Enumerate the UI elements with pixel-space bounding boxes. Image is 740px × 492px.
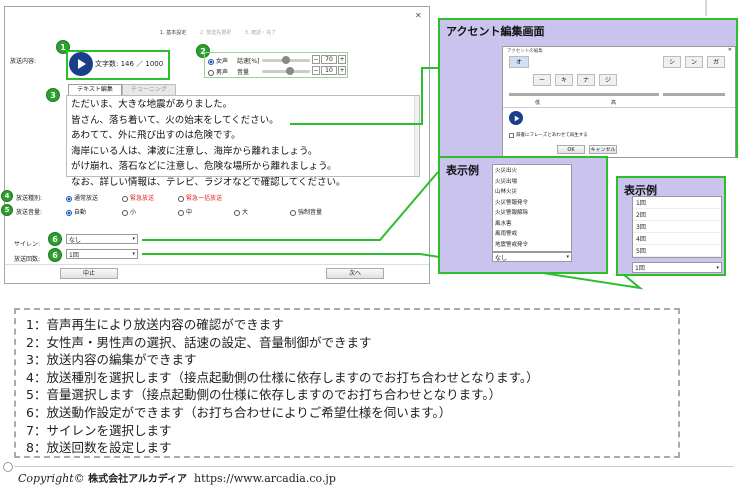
chevron-down-icon: ▾ — [566, 254, 569, 260]
connector-siren — [142, 171, 439, 241]
connector-accent — [290, 67, 438, 125]
notes-box: 1：音声再生により放送内容の確認ができます 2：女性声・男性声の選択、話速の設定… — [14, 308, 680, 458]
note-line: 5：音量選択します（接点起動側の仕様に依存しますのでお打ち合わせとなります。） — [26, 387, 502, 403]
accent-play-button[interactable] — [509, 111, 523, 125]
list-item[interactable]: 4回 — [633, 233, 721, 245]
accent-window-close[interactable]: ✕ — [728, 47, 732, 53]
key-ji[interactable]: ジ — [599, 74, 617, 86]
copyright-prefix: Copyright© — [18, 472, 89, 485]
list-item[interactable]: 火災出火 — [493, 165, 571, 176]
key-ga[interactable]: ガ — [707, 56, 725, 68]
copyright: Copyright© 株式会社アルカディア https://www.arcadi… — [18, 470, 336, 485]
dictionary-checkbox-label: 辞書にフレーズとあわせて再生する — [516, 133, 588, 138]
list-item[interactable]: 火災出場 — [493, 176, 571, 187]
accent-divider — [503, 107, 735, 108]
note-line: 1：音声再生により放送内容の確認ができます — [26, 317, 284, 332]
note-line: 3：放送内容の編集ができます — [26, 352, 197, 368]
accent-cancel-button[interactable]: キャンセル — [589, 145, 617, 154]
accent-window: アクセントの編集 ✕ オ シ ン ガ ー キ ナ ジ 低 高 辞書にフレーズとあ… — [502, 46, 736, 158]
siren-example-panel: 表示例 火災出火 火災出場 山林火災 火災警報発令 火災警報解除 風水害 風雨警… — [438, 156, 608, 274]
list-item[interactable]: 火災警報解除 — [493, 207, 571, 218]
play-icon — [514, 115, 519, 121]
page-marker-circle — [3, 462, 13, 472]
note-line: 2：女性声・男性声の選択、話速の設定、音量制御ができます — [26, 334, 372, 350]
siren-example-title: 表示例 — [446, 164, 479, 177]
copyright-url[interactable]: https://www.arcadia.co.jp — [194, 472, 336, 485]
high-label: 高 — [611, 100, 617, 106]
accent-panel-title: アクセント編集画面 — [446, 25, 545, 38]
list-item[interactable]: 5回 — [633, 245, 721, 257]
accent-slider-track-2[interactable] — [663, 93, 725, 96]
accent-panel: アクセント編集画面 アクセントの編集 ✕ オ シ ン ガ ー キ ナ ジ 低 高… — [438, 18, 738, 158]
accent-window-title: アクセントの編集 — [507, 49, 543, 54]
key-long[interactable]: ー — [533, 74, 551, 86]
key-shi[interactable]: シ — [663, 56, 681, 68]
low-label: 低 — [535, 100, 541, 106]
siren-example-select[interactable]: なし ▾ — [492, 252, 572, 262]
list-item[interactable]: 2回 — [633, 209, 721, 221]
accent-ok-button[interactable]: OK — [557, 145, 585, 154]
note-line: 8：放送回数を設定します — [26, 440, 172, 456]
siren-example-selected: なし — [495, 254, 508, 262]
chevron-down-icon: ▾ — [716, 264, 719, 271]
key-o[interactable]: オ — [509, 56, 529, 68]
footer-rule — [14, 466, 734, 467]
list-item[interactable]: 火災警報発令 — [493, 197, 571, 208]
list-item[interactable]: 地震警戒発令 — [493, 239, 571, 250]
note-line: 6：放送動作設定ができます（お打ち合わせによりご希望仕様を伺います。） — [26, 404, 452, 420]
count-example-panel: 表示例 1回 2回 3回 4回 5回 1回 ▾ — [616, 176, 726, 276]
count-example-selected: 1回 — [635, 265, 645, 272]
key-na[interactable]: ナ — [577, 74, 595, 86]
accent-slider-track[interactable] — [509, 93, 659, 96]
copyright-company: 株式会社アルカディア — [88, 474, 188, 485]
note-line: 7：サイレンを選択します — [26, 422, 172, 438]
list-item[interactable]: 3回 — [633, 221, 721, 233]
key-ki[interactable]: キ — [555, 74, 573, 86]
siren-list[interactable]: 火災出火 火災出場 山林火災 火災警報発令 火災警報解除 風水害 風雨警戒 地震… — [492, 164, 572, 252]
list-item[interactable]: 風雨警戒 — [493, 228, 571, 239]
note-line: 4：放送種別を選択します（接点起動側の仕様に依存しますのでお打ち合わせとなります… — [26, 369, 539, 385]
list-item[interactable]: 山林火災 — [493, 186, 571, 197]
list-item[interactable]: 風水害 — [493, 218, 571, 229]
list-item[interactable]: 1回 — [633, 197, 721, 209]
dictionary-checkbox[interactable] — [509, 133, 514, 138]
key-n[interactable]: ン — [685, 56, 703, 68]
count-example-select[interactable]: 1回 ▾ — [632, 262, 722, 273]
count-list[interactable]: 1回 2回 3回 4回 5回 — [632, 196, 722, 258]
